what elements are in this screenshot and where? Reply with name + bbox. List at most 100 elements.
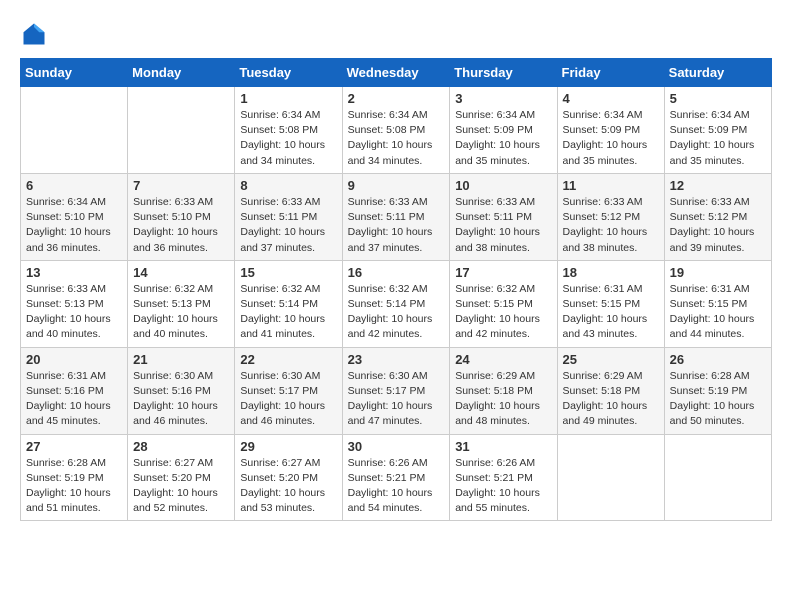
day-info: Sunrise: 6:32 AM Sunset: 5:14 PM Dayligh… — [240, 282, 336, 343]
calendar-cell: 27 Sunrise: 6:28 AM Sunset: 5:19 PM Dayli… — [21, 434, 128, 521]
day-of-week-header: Tuesday — [235, 59, 342, 87]
calendar-cell: 7 Sunrise: 6:33 AM Sunset: 5:10 PM Daylig… — [128, 173, 235, 260]
calendar-week-row: 1 Sunrise: 6:34 AM Sunset: 5:08 PM Daylig… — [21, 87, 772, 174]
day-info: Sunrise: 6:33 AM Sunset: 5:12 PM Dayligh… — [563, 195, 659, 256]
day-of-week-header: Monday — [128, 59, 235, 87]
day-number: 31 — [455, 439, 551, 454]
calendar-cell: 31 Sunrise: 6:26 AM Sunset: 5:21 PM Dayli… — [450, 434, 557, 521]
day-of-week-header: Sunday — [21, 59, 128, 87]
calendar-cell: 1 Sunrise: 6:34 AM Sunset: 5:08 PM Daylig… — [235, 87, 342, 174]
calendar-cell: 9 Sunrise: 6:33 AM Sunset: 5:11 PM Daylig… — [342, 173, 450, 260]
calendar-cell: 12Sunrise: 6:33 AM Sunset: 5:12 PM Dayli… — [664, 173, 771, 260]
page-header — [20, 20, 772, 48]
calendar-cell: 28 Sunrise: 6:27 AM Sunset: 5:20 PM Dayli… — [128, 434, 235, 521]
calendar-cell: 21 Sunrise: 6:30 AM Sunset: 5:16 PM Dayli… — [128, 347, 235, 434]
calendar-week-row: 20 Sunrise: 6:31 AM Sunset: 5:16 PM Dayli… — [21, 347, 772, 434]
day-number: 23 — [348, 352, 445, 367]
day-info: Sunrise: 6:34 AM Sunset: 5:09 PM Dayligh… — [670, 108, 766, 169]
day-info: Sunrise: 6:27 AM Sunset: 5:20 PM Dayligh… — [133, 456, 229, 517]
calendar-cell: 16 Sunrise: 6:32 AM Sunset: 5:14 PM Dayli… — [342, 260, 450, 347]
calendar-cell: 15 Sunrise: 6:32 AM Sunset: 5:14 PM Dayli… — [235, 260, 342, 347]
day-info: Sunrise: 6:26 AM Sunset: 5:21 PM Dayligh… — [455, 456, 551, 517]
day-info: Sunrise: 6:33 AM Sunset: 5:13 PM Dayligh… — [26, 282, 122, 343]
day-info: Sunrise: 6:32 AM Sunset: 5:15 PM Dayligh… — [455, 282, 551, 343]
day-info: Sunrise: 6:34 AM Sunset: 5:09 PM Dayligh… — [455, 108, 551, 169]
day-of-week-header: Friday — [557, 59, 664, 87]
day-number: 20 — [26, 352, 122, 367]
day-number: 1 — [240, 91, 336, 106]
day-number: 13 — [26, 265, 122, 280]
calendar-cell: 13 Sunrise: 6:33 AM Sunset: 5:13 PM Dayli… — [21, 260, 128, 347]
day-of-week-header: Wednesday — [342, 59, 450, 87]
day-info: Sunrise: 6:34 AM Sunset: 5:08 PM Dayligh… — [348, 108, 445, 169]
calendar-cell: 20 Sunrise: 6:31 AM Sunset: 5:16 PM Dayli… — [21, 347, 128, 434]
calendar-cell: 17Sunrise: 6:32 AM Sunset: 5:15 PM Dayli… — [450, 260, 557, 347]
day-info: Sunrise: 6:31 AM Sunset: 5:16 PM Dayligh… — [26, 369, 122, 430]
day-info: Sunrise: 6:30 AM Sunset: 5:17 PM Dayligh… — [240, 369, 336, 430]
day-info: Sunrise: 6:26 AM Sunset: 5:21 PM Dayligh… — [348, 456, 445, 517]
calendar-cell: 18 Sunrise: 6:31 AM Sunset: 5:15 PM Dayli… — [557, 260, 664, 347]
calendar-cell: 24 Sunrise: 6:29 AM Sunset: 5:18 PM Dayli… — [450, 347, 557, 434]
day-info: Sunrise: 6:28 AM Sunset: 5:19 PM Dayligh… — [670, 369, 766, 430]
day-number: 24 — [455, 352, 551, 367]
day-of-week-header: Thursday — [450, 59, 557, 87]
calendar-cell — [557, 434, 664, 521]
day-number: 18 — [563, 265, 659, 280]
day-of-week-header: Saturday — [664, 59, 771, 87]
logo-icon — [20, 20, 48, 48]
calendar-cell — [21, 87, 128, 174]
calendar-cell — [664, 434, 771, 521]
day-number: 15 — [240, 265, 336, 280]
day-number: 26 — [670, 352, 766, 367]
day-info: Sunrise: 6:34 AM Sunset: 5:09 PM Dayligh… — [563, 108, 659, 169]
day-info: Sunrise: 6:31 AM Sunset: 5:15 PM Dayligh… — [670, 282, 766, 343]
day-number: 6 — [26, 178, 122, 193]
calendar-cell: 25 Sunrise: 6:29 AM Sunset: 5:18 PM Dayli… — [557, 347, 664, 434]
day-info: Sunrise: 6:33 AM Sunset: 5:11 PM Dayligh… — [240, 195, 336, 256]
calendar-cell: 19Sunrise: 6:31 AM Sunset: 5:15 PM Dayli… — [664, 260, 771, 347]
day-number: 30 — [348, 439, 445, 454]
calendar-cell: 14Sunrise: 6:32 AM Sunset: 5:13 PM Dayli… — [128, 260, 235, 347]
day-info: Sunrise: 6:33 AM Sunset: 5:11 PM Dayligh… — [348, 195, 445, 256]
calendar-cell: 5 Sunrise: 6:34 AM Sunset: 5:09 PM Daylig… — [664, 87, 771, 174]
day-number: 3 — [455, 91, 551, 106]
day-number: 27 — [26, 439, 122, 454]
day-info: Sunrise: 6:27 AM Sunset: 5:20 PM Dayligh… — [240, 456, 336, 517]
day-info: Sunrise: 6:32 AM Sunset: 5:14 PM Dayligh… — [348, 282, 445, 343]
day-info: Sunrise: 6:31 AM Sunset: 5:15 PM Dayligh… — [563, 282, 659, 343]
day-info: Sunrise: 6:33 AM Sunset: 5:10 PM Dayligh… — [133, 195, 229, 256]
day-info: Sunrise: 6:30 AM Sunset: 5:17 PM Dayligh… — [348, 369, 445, 430]
calendar-cell: 11Sunrise: 6:33 AM Sunset: 5:12 PM Dayli… — [557, 173, 664, 260]
calendar-week-row: 13 Sunrise: 6:33 AM Sunset: 5:13 PM Dayli… — [21, 260, 772, 347]
day-info: Sunrise: 6:30 AM Sunset: 5:16 PM Dayligh… — [133, 369, 229, 430]
calendar-cell — [128, 87, 235, 174]
calendar-cell: 23 Sunrise: 6:30 AM Sunset: 5:17 PM Dayli… — [342, 347, 450, 434]
calendar-cell: 30 Sunrise: 6:26 AM Sunset: 5:21 PM Dayli… — [342, 434, 450, 521]
day-info: Sunrise: 6:28 AM Sunset: 5:19 PM Dayligh… — [26, 456, 122, 517]
day-number: 7 — [133, 178, 229, 193]
day-info: Sunrise: 6:34 AM Sunset: 5:08 PM Dayligh… — [240, 108, 336, 169]
calendar-cell: 4Sunrise: 6:34 AM Sunset: 5:09 PM Daylig… — [557, 87, 664, 174]
day-number: 16 — [348, 265, 445, 280]
calendar-cell: 10Sunrise: 6:33 AM Sunset: 5:11 PM Dayli… — [450, 173, 557, 260]
day-number: 25 — [563, 352, 659, 367]
calendar-week-row: 27 Sunrise: 6:28 AM Sunset: 5:19 PM Dayli… — [21, 434, 772, 521]
day-number: 29 — [240, 439, 336, 454]
day-info: Sunrise: 6:29 AM Sunset: 5:18 PM Dayligh… — [455, 369, 551, 430]
calendar-header-row: SundayMondayTuesdayWednesdayThursdayFrid… — [21, 59, 772, 87]
calendar-cell: 8Sunrise: 6:33 AM Sunset: 5:11 PM Daylig… — [235, 173, 342, 260]
calendar-week-row: 6 Sunrise: 6:34 AM Sunset: 5:10 PM Daylig… — [21, 173, 772, 260]
calendar-cell: 2 Sunrise: 6:34 AM Sunset: 5:08 PM Daylig… — [342, 87, 450, 174]
day-number: 5 — [670, 91, 766, 106]
day-info: Sunrise: 6:32 AM Sunset: 5:13 PM Dayligh… — [133, 282, 229, 343]
day-info: Sunrise: 6:33 AM Sunset: 5:12 PM Dayligh… — [670, 195, 766, 256]
day-number: 28 — [133, 439, 229, 454]
day-number: 9 — [348, 178, 445, 193]
calendar-cell: 6 Sunrise: 6:34 AM Sunset: 5:10 PM Daylig… — [21, 173, 128, 260]
calendar-cell: 3 Sunrise: 6:34 AM Sunset: 5:09 PM Daylig… — [450, 87, 557, 174]
day-info: Sunrise: 6:33 AM Sunset: 5:11 PM Dayligh… — [455, 195, 551, 256]
day-info: Sunrise: 6:29 AM Sunset: 5:18 PM Dayligh… — [563, 369, 659, 430]
day-number: 21 — [133, 352, 229, 367]
day-info: Sunrise: 6:34 AM Sunset: 5:10 PM Dayligh… — [26, 195, 122, 256]
day-number: 2 — [348, 91, 445, 106]
